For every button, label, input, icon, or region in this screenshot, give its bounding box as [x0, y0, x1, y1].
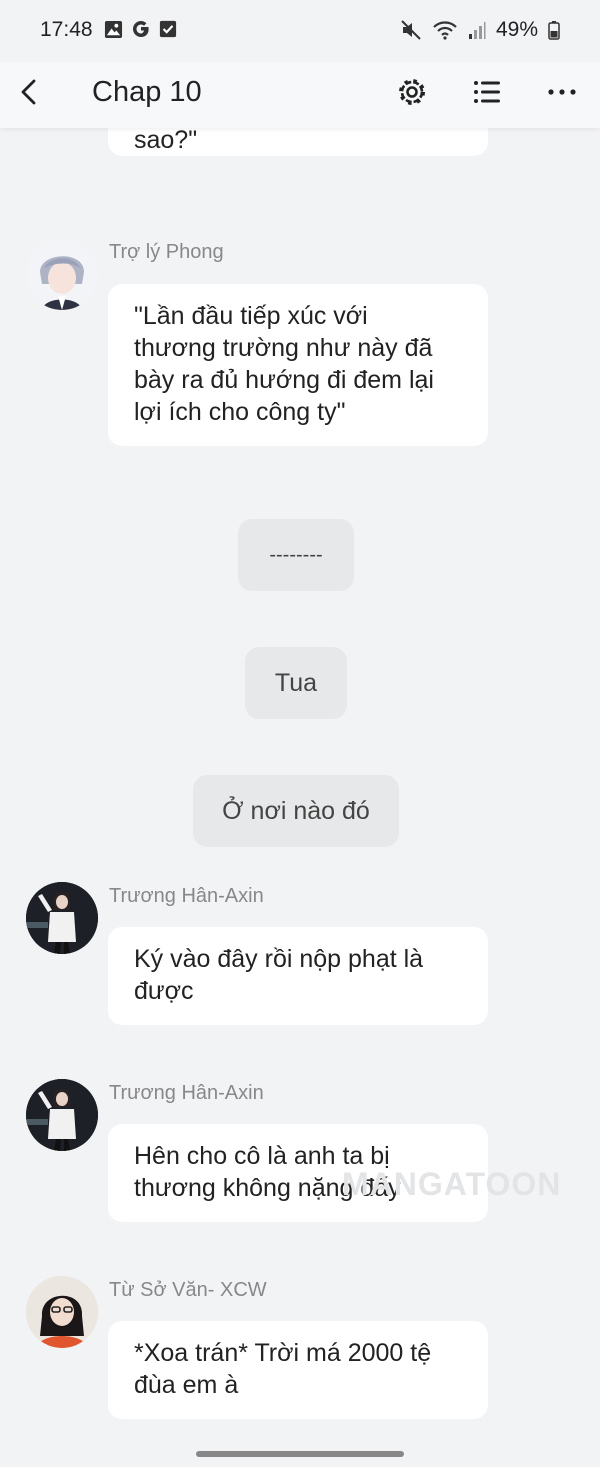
list-icon — [474, 81, 500, 103]
gear-icon — [399, 79, 425, 105]
sender-name: Trương Hân-Axin — [109, 1082, 264, 1104]
message-line: lợi ích cho công ty" — [134, 398, 346, 426]
chat-area[interactable]: sao?" Trợ lý Phong "Lần đầu tiếp xúc với… — [0, 128, 600, 1467]
back-arrow-icon — [21, 79, 36, 105]
status-right: 49% — [400, 18, 560, 42]
message-bubble: *Xoa trán* Trời má 2000 tệ đùa em à — [108, 1321, 488, 1419]
narration-pill: Tua — [245, 647, 347, 719]
character-avatar-icon — [26, 882, 98, 954]
message-line: đùa em à — [134, 1371, 239, 1399]
checkbox-icon — [159, 20, 177, 38]
wifi-icon — [433, 21, 457, 40]
google-g-icon — [133, 21, 149, 37]
avatar[interactable] — [26, 882, 98, 954]
message-line: thương trường như này đã — [134, 334, 433, 362]
narration-pill: -------- — [238, 519, 354, 591]
more-button[interactable] — [544, 74, 580, 110]
message-line: được — [134, 977, 194, 1005]
signal-icon — [468, 22, 486, 39]
more-dots-icon — [548, 89, 576, 95]
watermark: MANGATOON — [342, 1166, 562, 1202]
sender-name: Trương Hân-Axin — [109, 885, 264, 907]
message-bubble: sao?" — [108, 128, 488, 156]
back-button[interactable] — [12, 72, 52, 112]
character-avatar-icon — [26, 1079, 98, 1151]
status-time: 17:48 — [40, 18, 93, 41]
sender-name: Từ Sở Văn- XCW — [109, 1279, 267, 1301]
status-bar: 17:48 49% — [0, 0, 600, 62]
avatar[interactable] — [26, 1276, 98, 1348]
home-indicator[interactable] — [196, 1451, 404, 1457]
message-text: sao?" — [134, 128, 198, 154]
character-avatar-icon — [26, 238, 98, 310]
narration-pill: Ở nơi nào đó — [193, 775, 399, 847]
settings-button[interactable] — [394, 74, 430, 110]
message-line: Ký vào đây rồi nộp phạt là — [134, 945, 424, 973]
chapter-list-button[interactable] — [469, 74, 505, 110]
message-line: "Lần đầu tiếp xúc với — [134, 302, 368, 330]
message-line: bày ra đủ hướng đi đem lại — [134, 366, 434, 394]
message-bubble: "Lần đầu tiếp xúc với thương trường như … — [108, 284, 488, 446]
message-line: *Xoa trán* Trời má 2000 tệ — [134, 1339, 432, 1367]
battery-percent: 49% — [495, 18, 538, 41]
image-icon — [104, 20, 123, 38]
avatar[interactable] — [26, 1079, 98, 1151]
avatar[interactable] — [26, 238, 98, 310]
message-bubble: Ký vào đây rồi nộp phạt là được — [108, 927, 488, 1025]
reader-header: Chap 10 — [0, 62, 600, 128]
chapter-title: Chap 10 — [92, 76, 202, 108]
mute-icon — [401, 20, 421, 40]
status-notification-icons — [104, 19, 177, 39]
battery-icon — [548, 21, 560, 40]
sender-name: Trợ lý Phong — [109, 241, 224, 263]
character-avatar-icon — [26, 1276, 98, 1348]
